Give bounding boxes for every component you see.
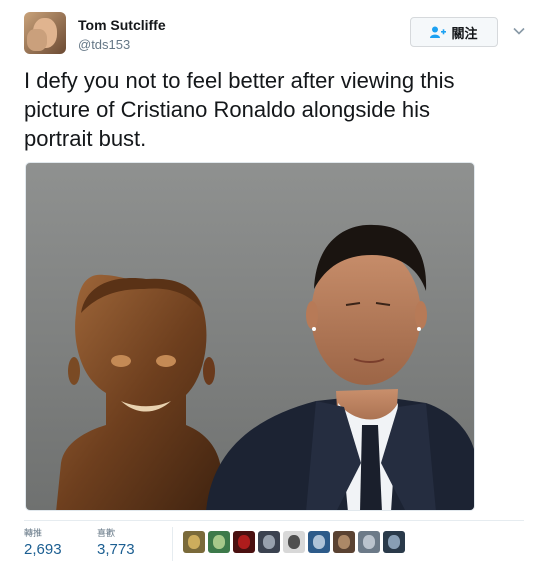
photo-illustration — [56, 224, 474, 510]
like-stat[interactable]: 喜歡 3,773 — [97, 527, 135, 560]
liker-avatar[interactable] — [358, 531, 380, 553]
liker-avatar[interactable] — [283, 531, 305, 553]
follow-button-label: 關注 — [451, 25, 478, 41]
liker-avatar[interactable] — [208, 531, 230, 553]
like-label: 喜歡 — [97, 528, 116, 538]
liker-avatar-icon — [238, 535, 250, 549]
tweet-header: Tom Sutcliffe @tds153 關注 — [24, 12, 526, 56]
liker-avatar-icon — [363, 535, 375, 549]
retweet-stat[interactable]: 轉推 2,693 — [24, 527, 62, 560]
ronaldo-figure — [206, 224, 474, 510]
user-names: Tom Sutcliffe @tds153 — [78, 16, 166, 54]
retweet-label: 轉推 — [24, 528, 43, 538]
liker-avatar-icon — [338, 535, 350, 549]
like-count: 3,773 — [97, 541, 135, 558]
avatar-hand — [27, 29, 47, 51]
follow-button[interactable]: 關注 — [410, 17, 498, 47]
tweet-text-line: I defy you not to feel better after view… — [24, 68, 455, 93]
liker-avatar-icon — [288, 535, 300, 549]
follow-user-icon — [430, 26, 447, 38]
liker-avatar-icon — [213, 535, 225, 549]
display-name[interactable]: Tom Sutcliffe — [78, 16, 166, 34]
liker-avatar[interactable] — [233, 531, 255, 553]
liker-avatar[interactable] — [258, 531, 280, 553]
retweet-count: 2,693 — [24, 541, 62, 558]
liker-avatar-icon — [313, 535, 325, 549]
stats-divider — [24, 520, 524, 521]
liker-avatar[interactable] — [383, 531, 405, 553]
stats-separator — [172, 527, 173, 561]
liker-avatar-icon — [388, 535, 400, 549]
bronze-bust — [56, 274, 226, 510]
tweet-text-line: picture of Cristiano Ronaldo alongside h… — [24, 97, 431, 122]
liker-avatar-icon — [263, 535, 275, 549]
liker-avatar[interactable] — [308, 531, 330, 553]
chevron-down-icon[interactable] — [512, 24, 526, 38]
user-avatar[interactable] — [24, 12, 66, 54]
liker-avatar-icon — [188, 535, 200, 549]
liker-avatar[interactable] — [333, 531, 355, 553]
user-handle[interactable]: @tds153 — [78, 36, 166, 54]
liker-avatar[interactable] — [183, 531, 205, 553]
tweet-photo[interactable] — [25, 162, 475, 511]
tweet-text: I defy you not to feel better after view… — [24, 66, 524, 153]
tweet-text-line: portrait bust. — [24, 126, 147, 151]
liker-avatars — [183, 531, 405, 553]
